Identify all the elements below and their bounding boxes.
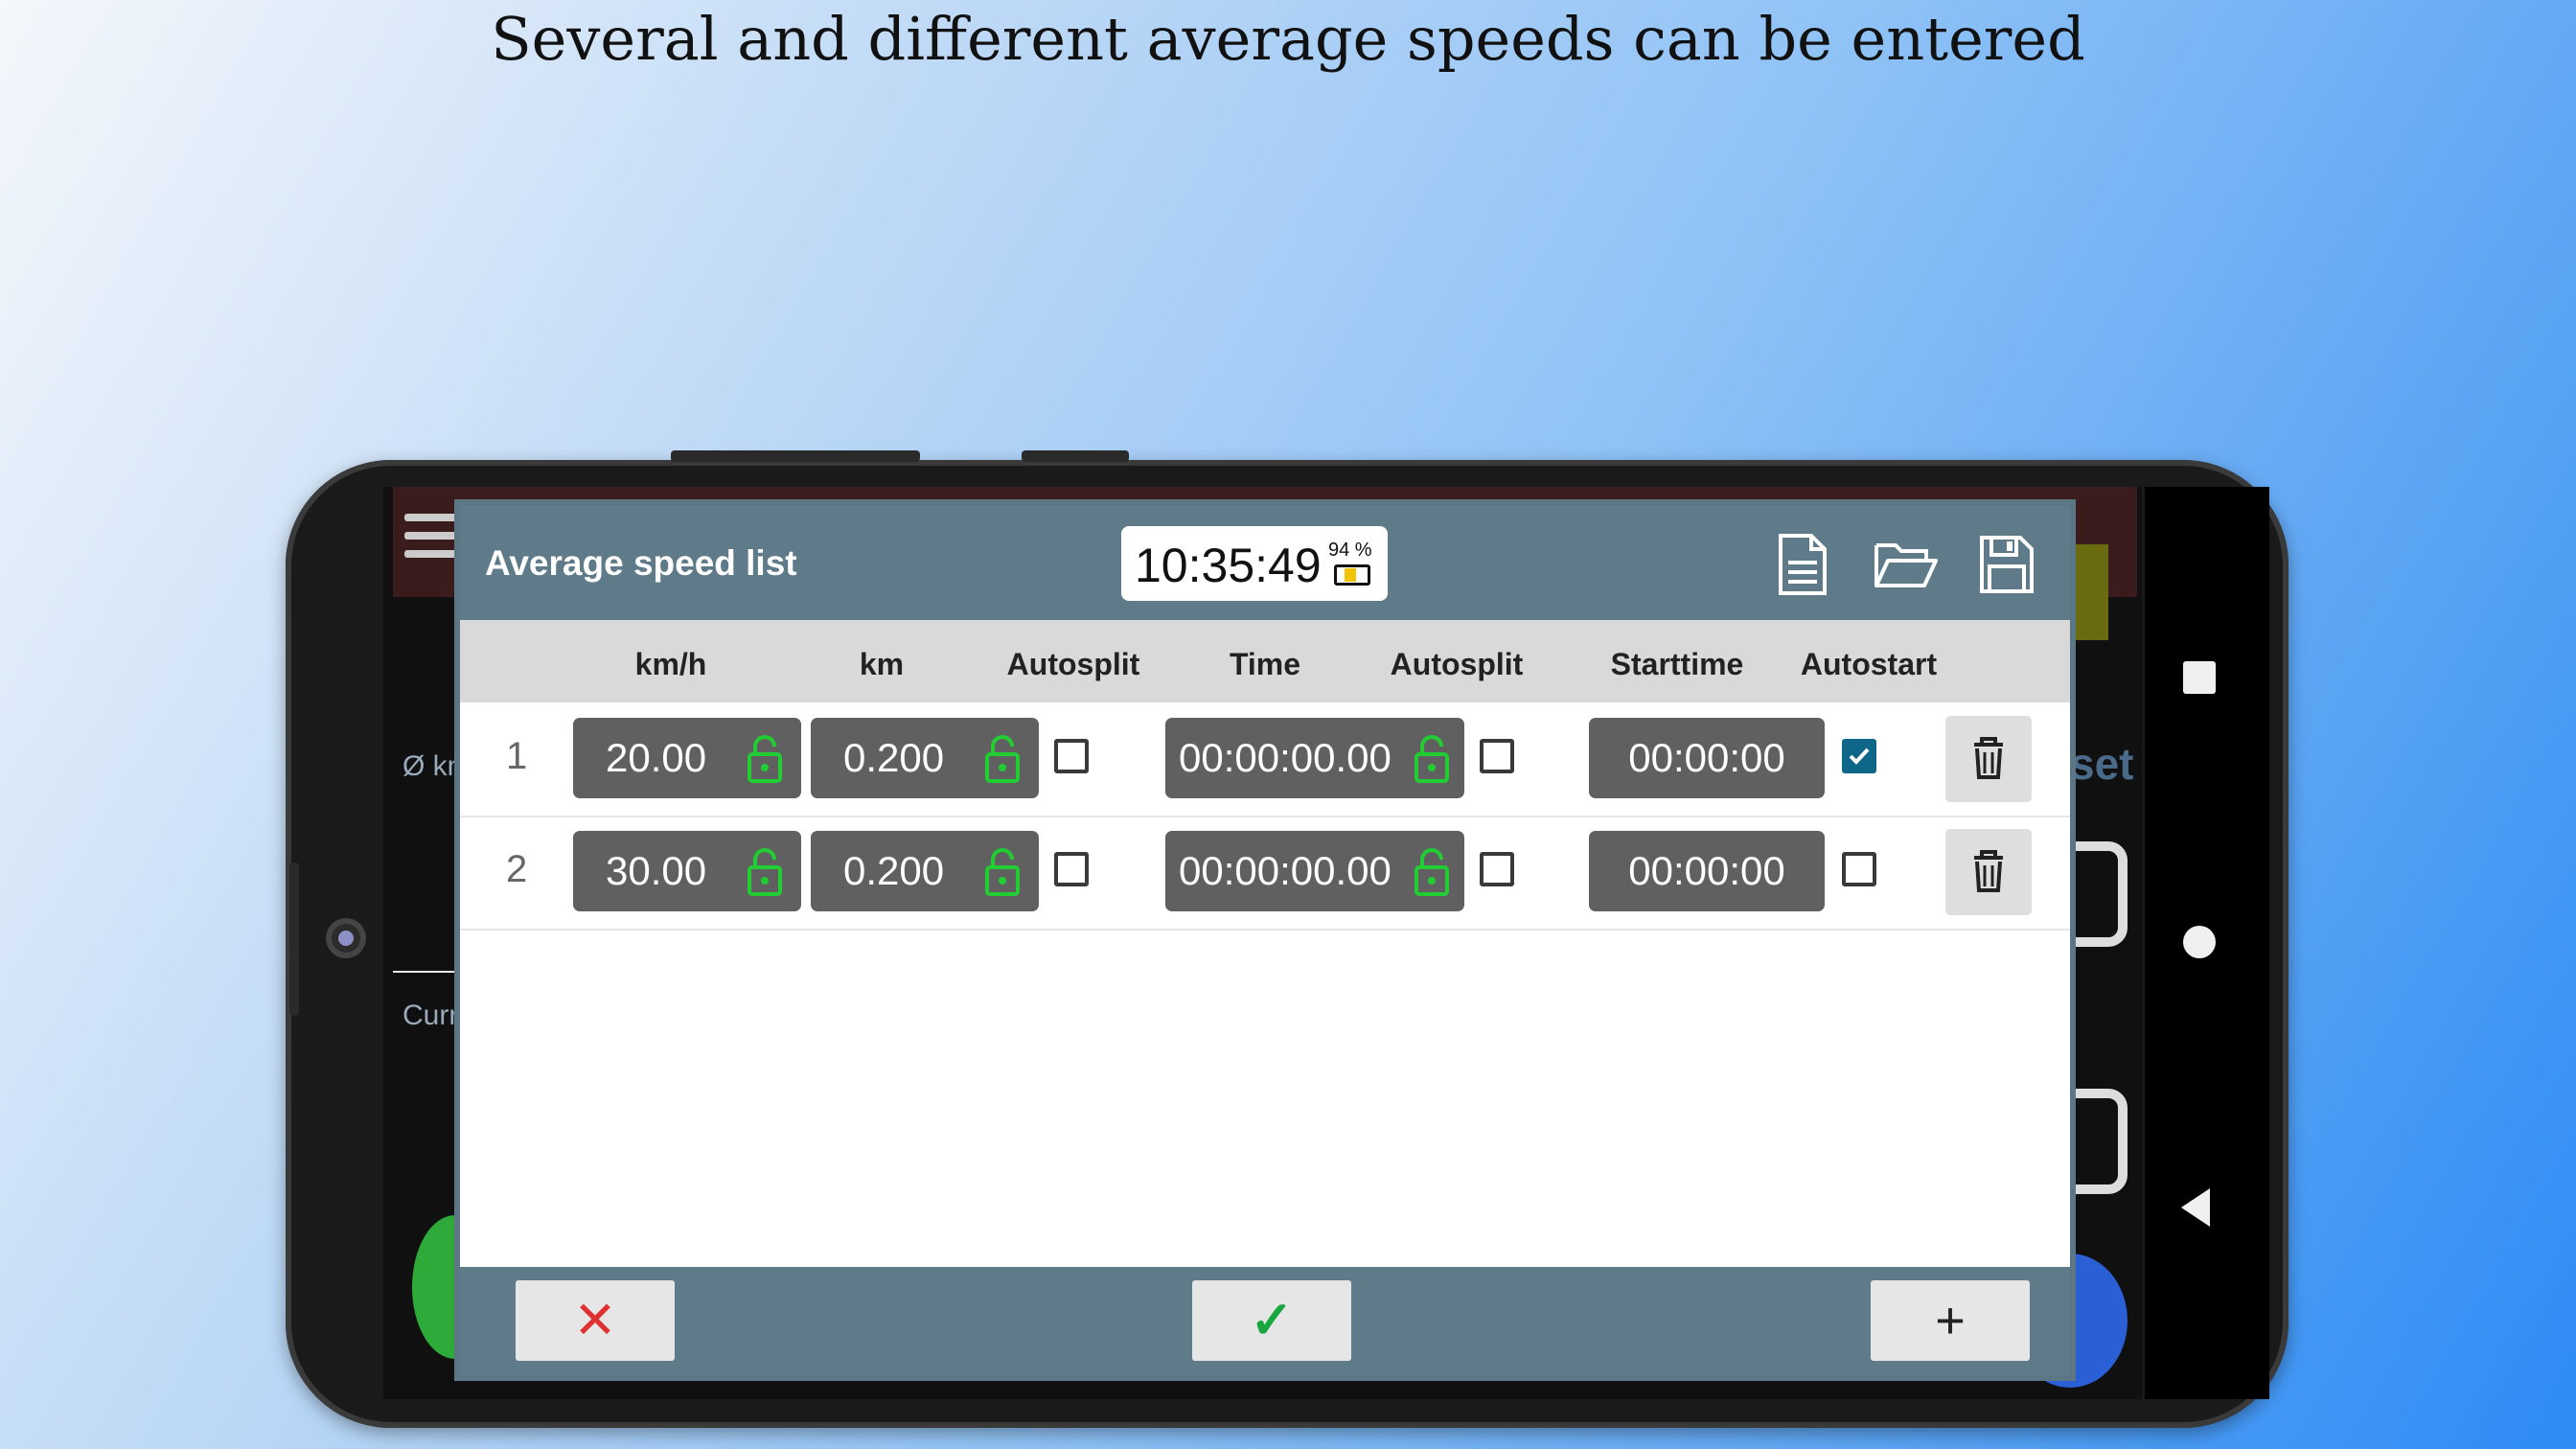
- col-autosplit-time: Autosplit: [1390, 647, 1524, 681]
- recent-apps-icon[interactable]: [2183, 661, 2216, 694]
- bg-app-line: [393, 971, 462, 973]
- plus-icon: +: [1935, 1292, 1966, 1349]
- col-time: Time: [1229, 647, 1301, 681]
- unlock-icon[interactable]: [1413, 848, 1451, 896]
- delete-row-button[interactable]: [1945, 829, 2032, 915]
- starttime-value: 00:00:00: [1628, 735, 1785, 780]
- close-icon: ✕: [573, 1292, 617, 1349]
- time-value: 00:00:00.00: [1179, 848, 1392, 893]
- unlock-icon[interactable]: [1413, 735, 1451, 783]
- checkmark-icon: [1849, 748, 1870, 765]
- autosplit-distance-checkbox[interactable]: [1054, 739, 1089, 773]
- unlock-icon[interactable]: [983, 848, 1022, 896]
- speed-field[interactable]: 30.00: [573, 831, 801, 911]
- col-autosplit-distance: Autosplit: [1006, 647, 1140, 681]
- phone-side-grip: [289, 862, 299, 1016]
- phone-volume-button: [671, 450, 920, 462]
- row-number: 2: [506, 848, 528, 890]
- battery-icon: [1334, 564, 1370, 586]
- average-speed-dialog: Average speed list 10:35:49 94 % km/h km…: [460, 505, 2070, 1375]
- clock-time: 10:35:49: [1135, 539, 1322, 592]
- distance-value: 0.200: [843, 848, 945, 893]
- dialog-title: Average speed list: [485, 543, 797, 583]
- unlock-icon[interactable]: [983, 735, 1022, 783]
- distance-value: 0.200: [843, 735, 945, 780]
- delete-row-button[interactable]: [1945, 716, 2032, 802]
- autosplit-time-checkbox[interactable]: [1480, 739, 1514, 773]
- save-icon[interactable]: [1976, 532, 2036, 597]
- home-icon[interactable]: [2183, 926, 2216, 958]
- autostart-checkbox[interactable]: [1842, 852, 1876, 886]
- starttime-field[interactable]: 00:00:00: [1589, 831, 1825, 911]
- trash-icon: [1974, 850, 2003, 892]
- col-kmh: km/h: [634, 647, 707, 681]
- time-value: 00:00:00.00: [1179, 735, 1392, 780]
- trash-icon: [1974, 737, 2003, 779]
- battery-percent: 94 %: [1328, 540, 1372, 561]
- speed-field[interactable]: 20.00: [573, 718, 801, 798]
- speed-value: 20.00: [606, 735, 707, 780]
- time-field[interactable]: 00:00:00.00: [1165, 718, 1464, 798]
- starttime-value: 00:00:00: [1628, 848, 1785, 893]
- dialog-header: Average speed list 10:35:49 94 %: [460, 505, 2070, 620]
- dialog-footer: ✕ ✓ +: [460, 1267, 2070, 1375]
- col-km: km: [859, 647, 905, 681]
- bg-label-reset: set: [2070, 739, 2134, 789]
- distance-field[interactable]: 0.200: [811, 718, 1039, 798]
- col-starttime: Starttime: [1610, 647, 1744, 681]
- open-folder-icon[interactable]: [1873, 532, 1940, 597]
- speed-value: 30.00: [606, 848, 707, 893]
- table-row: 1 20.00 0.200 00:00:00.00 00:00:00: [460, 702, 2070, 817]
- row-number: 1: [506, 735, 528, 777]
- cancel-button[interactable]: ✕: [516, 1280, 675, 1361]
- phone-power-button: [1022, 450, 1129, 462]
- camera-icon: [326, 918, 366, 958]
- distance-field[interactable]: 0.200: [811, 831, 1039, 911]
- clock-widget: 10:35:49 94 %: [1121, 526, 1388, 601]
- add-row-button[interactable]: +: [1871, 1280, 2030, 1361]
- time-field[interactable]: 00:00:00.00: [1165, 831, 1464, 911]
- autostart-checkbox[interactable]: [1842, 739, 1876, 773]
- autosplit-time-checkbox[interactable]: [1480, 852, 1514, 886]
- new-document-icon[interactable]: [1773, 532, 1832, 597]
- confirm-button[interactable]: ✓: [1192, 1280, 1351, 1361]
- check-icon: ✓: [1250, 1292, 1294, 1349]
- starttime-field[interactable]: 00:00:00: [1589, 718, 1825, 798]
- table-row: 2 30.00 0.200 00:00:00.00 00:00:00: [460, 816, 2070, 931]
- back-icon[interactable]: [2181, 1188, 2210, 1227]
- autosplit-distance-checkbox[interactable]: [1054, 852, 1089, 886]
- bg-menu-icon: [404, 514, 458, 560]
- caption: Several and different average speeds can…: [491, 4, 2085, 74]
- unlock-icon[interactable]: [746, 735, 784, 783]
- column-header-row: km/h km Autosplit Time Autosplit Startti…: [460, 620, 2070, 702]
- col-autostart: Autostart: [1800, 647, 1938, 681]
- unlock-icon[interactable]: [746, 848, 784, 896]
- bg-label-curr: Curr: [402, 1000, 459, 1031]
